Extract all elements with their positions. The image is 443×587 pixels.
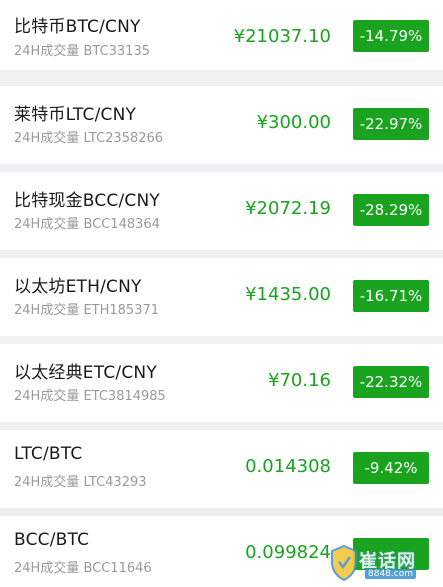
change-percent-button[interactable]: -28.29% [353, 194, 429, 226]
ticker-row-ltc-cny[interactable]: 莱特币LTC/CNY 24H成交量 LTC2358266 ¥300.00 -22… [0, 86, 443, 164]
ticker-row-btc-cny[interactable]: 比特币BTC/CNY 24H成交量 BTC33135 ¥21037.10 -14… [0, 0, 443, 70]
ticker-row-eth-cny[interactable]: 以太坊ETH/CNY 24H成交量 ETH185371 ¥1435.00 -16… [0, 258, 443, 336]
change-percent-button[interactable]: -16.71% [353, 280, 429, 312]
ticker-row-etc-cny[interactable]: 以太经典ETC/CNY 24H成交量 ETC3814985 ¥70.16 -22… [0, 344, 443, 422]
pair-name: BCC/BTC [14, 530, 90, 550]
change-percent-button[interactable]: -9.42% [353, 452, 429, 484]
change-percent-button[interactable]: -22.32% [353, 366, 429, 398]
volume-24h: 24H成交量 BTC33135 [14, 44, 150, 59]
volume-24h: 24H成交量 ETC3814985 [14, 389, 166, 404]
last-price: ¥70.16 [268, 370, 331, 391]
pair-name: LTC/BTC [14, 444, 83, 464]
pair-name: 以太经典ETC/CNY [14, 363, 157, 383]
volume-24h: 24H成交量 LTC43293 [14, 475, 147, 490]
ticker-row-ltc-btc[interactable]: LTC/BTC 24H成交量 LTC43293 0.014308 -9.42% [0, 430, 443, 508]
volume-24h: 24H成交量 BCC11646 [14, 561, 152, 576]
pair-name: 以太坊ETH/CNY [14, 277, 142, 297]
last-price: ¥2072.19 [245, 198, 331, 219]
change-percent-button[interactable]: -14.79% [353, 20, 429, 52]
volume-24h: 24H成交量 BCC148364 [14, 217, 160, 232]
last-price: 0.014308 [245, 456, 331, 477]
pair-name: 比特币BTC/CNY [14, 17, 141, 37]
volume-24h: 24H成交量 ETH185371 [14, 303, 160, 318]
last-price: ¥1435.00 [245, 284, 331, 305]
pair-name: 比特现金BCC/CNY [14, 191, 161, 211]
ticker-row-bcc-btc[interactable]: BCC/BTC 24H成交量 BCC11646 0.099824 [0, 516, 443, 587]
ticker-row-bcc-cny[interactable]: 比特现金BCC/CNY 24H成交量 BCC148364 ¥2072.19 -2… [0, 172, 443, 250]
volume-24h: 24H成交量 LTC2358266 [14, 131, 164, 146]
ticker-list: 比特币BTC/CNY 24H成交量 BTC33135 ¥21037.10 -14… [0, 0, 443, 587]
change-percent-button[interactable] [353, 538, 429, 570]
last-price: 0.099824 [245, 542, 331, 563]
pair-name: 莱特币LTC/CNY [14, 105, 137, 125]
last-price: ¥300.00 [256, 112, 331, 133]
last-price: ¥21037.10 [233, 26, 331, 47]
change-percent-button[interactable]: -22.97% [353, 108, 429, 140]
